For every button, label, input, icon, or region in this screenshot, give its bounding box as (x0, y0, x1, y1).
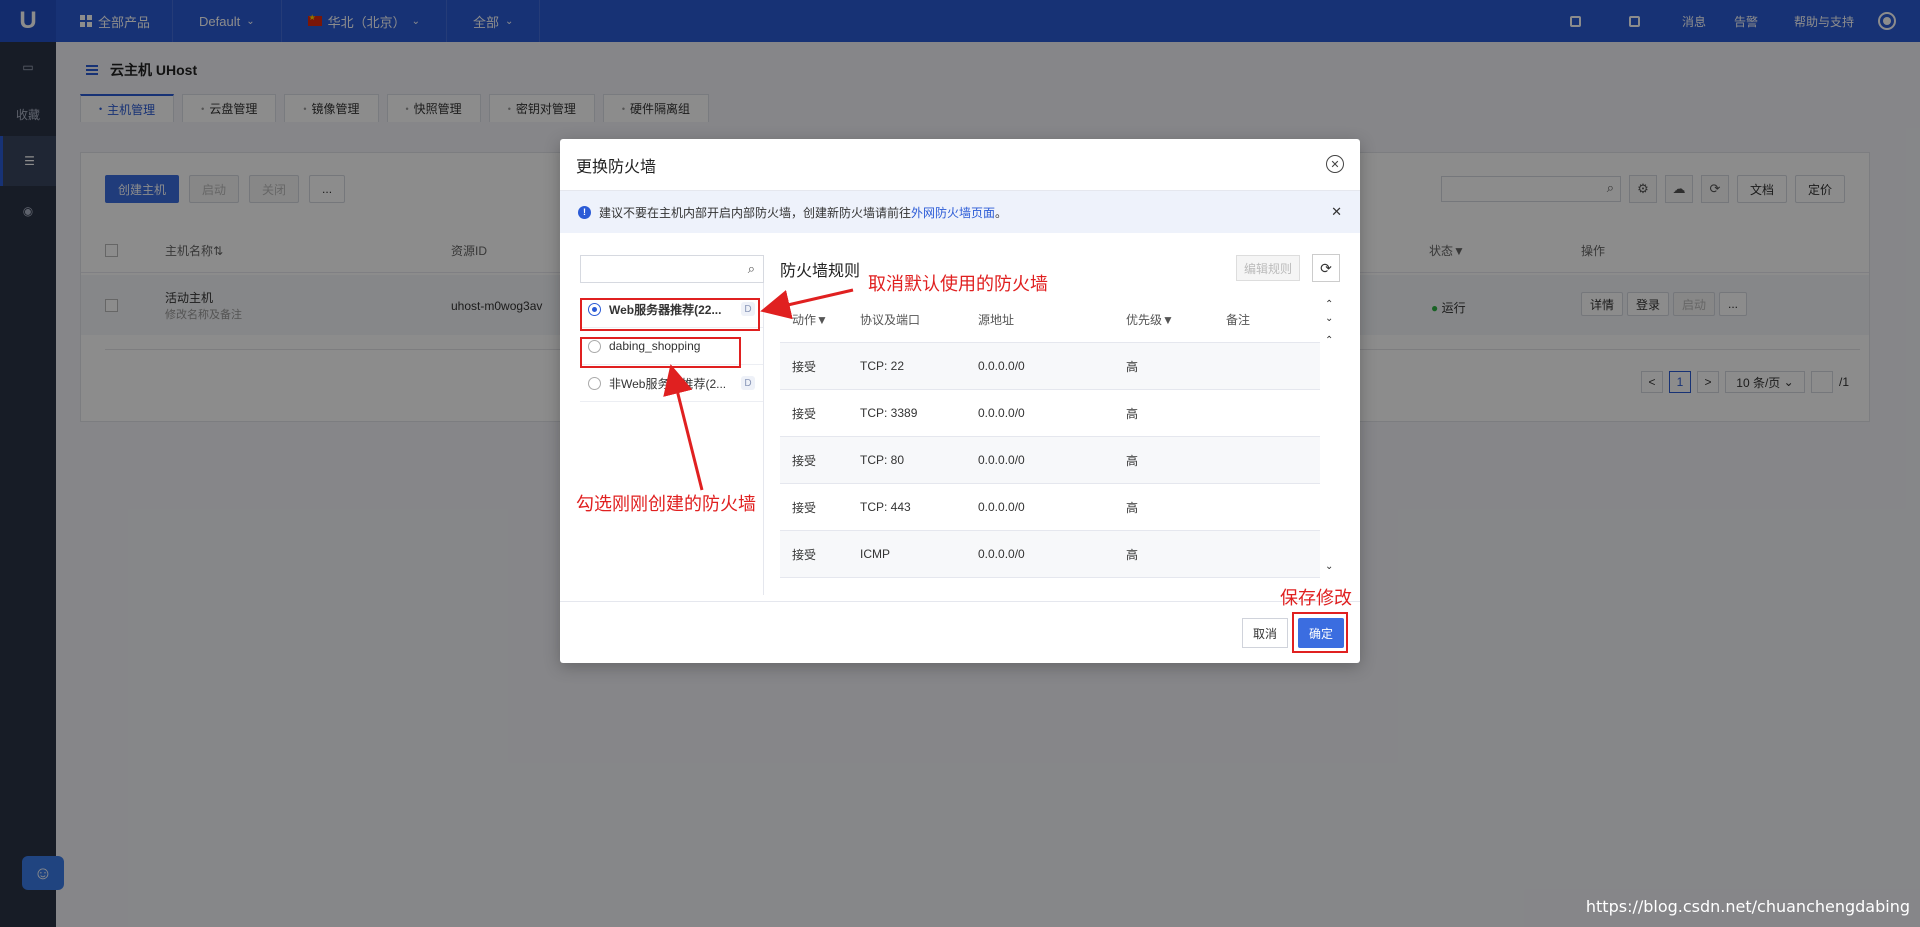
rule-source: 0.0.0.0/0 (978, 547, 1025, 561)
rules-refresh-button[interactable]: ⟳ (1312, 254, 1340, 282)
annotation-save: 保存修改 (1280, 588, 1352, 608)
dialog-footer: 取消 确定 (560, 601, 1360, 663)
rule-source: 0.0.0.0/0 (978, 453, 1025, 467)
column-priority[interactable]: 优先级▼ (1126, 311, 1226, 328)
refresh-icon: ⟳ (1320, 259, 1332, 276)
external-firewall-link[interactable]: 外网防火墙页面 (911, 206, 995, 220)
notice-bar: ! 建议不要在主机内部开启内部防火墙，创建新防火墙请前往外网防火墙页面。 ✕ (560, 191, 1360, 233)
rules-table-header: 动作▼ 协议及端口 源地址 优先级▼ 备注 (780, 297, 1320, 343)
rules-table-body: 接受 TCP: 22 0.0.0.0/0 高 接受 TCP: 3389 0.0.… (780, 343, 1320, 578)
column-remark: 备注 (1226, 313, 1251, 327)
annotation-uncheck-default: 取消默认使用的防火墙 (868, 274, 1048, 294)
rule-priority: 高 (1126, 547, 1139, 562)
rules-table: 动作▼ 协议及端口 源地址 优先级▼ 备注 接受 TCP: 22 0.0.0.0… (780, 297, 1320, 578)
table-row: 接受 TCP: 3389 0.0.0.0/0 高 (780, 390, 1320, 437)
highlight-confirm-button (1292, 612, 1348, 653)
rules-scrollbar[interactable]: ⌃ ⌄ ⌃ ⌄ (1324, 299, 1336, 579)
default-tag: D (741, 376, 755, 390)
firewall-name: 非Web服务器推荐(2... (609, 376, 727, 391)
rule-protocol: ICMP (860, 547, 890, 561)
watermark: https://blog.csdn.net/chuanchengdabing (1585, 897, 1910, 916)
rule-protocol: TCP: 3389 (860, 406, 918, 420)
firewall-search-input[interactable]: ⌕ (580, 255, 764, 283)
edit-rules-button[interactable]: 编辑规则 (1236, 255, 1300, 281)
dialog-title: 更换防火墙 (576, 158, 657, 176)
change-firewall-dialog: 更换防火墙 ✕ ! 建议不要在主机内部开启内部防火墙，创建新防火墙请前往外网防火… (560, 139, 1360, 663)
scroll-up-icon[interactable]: ⌃ (1325, 335, 1333, 346)
rules-title: 防火墙规则 (780, 263, 861, 280)
table-row: 接受 TCP: 22 0.0.0.0/0 高 (780, 343, 1320, 390)
rule-protocol: TCP: 22 (860, 359, 905, 373)
rule-action: 接受 (792, 453, 817, 468)
notice-close-icon[interactable]: ✕ (1331, 204, 1342, 220)
notice-text: 建议不要在主机内部开启内部防火墙，创建新防火墙请前往外网防火墙页面。 (599, 205, 1008, 220)
radio-button[interactable] (588, 376, 601, 390)
highlight-web-firewall (580, 298, 760, 331)
table-row: 接受 TCP: 80 0.0.0.0/0 高 (780, 437, 1320, 484)
rule-source: 0.0.0.0/0 (978, 359, 1025, 373)
cancel-button[interactable]: 取消 (1242, 618, 1288, 648)
rule-source: 0.0.0.0/0 (978, 406, 1025, 420)
rule-protocol: TCP: 443 (860, 500, 911, 514)
rule-source: 0.0.0.0/0 (978, 500, 1025, 514)
info-icon: ! (578, 205, 591, 219)
column-protocol: 协议及端口 (860, 313, 921, 327)
scroll-down-icon[interactable]: ⌄ (1325, 561, 1333, 572)
column-source: 源地址 (978, 313, 1015, 327)
rule-action: 接受 (792, 500, 817, 515)
column-action[interactable]: 动作▼ (780, 311, 860, 328)
annotation-select-new: 勾选刚刚创建的防火墙 (576, 494, 756, 514)
table-row: 接受 TCP: 443 0.0.0.0/0 高 (780, 484, 1320, 531)
rule-priority: 高 (1126, 406, 1139, 421)
dialog-header: 更换防火墙 ✕ (560, 139, 1360, 191)
rule-action: 接受 (792, 547, 817, 562)
firewall-item-non-web[interactable]: 非Web服务器推荐(2... D (580, 365, 763, 402)
scroll-down-icon[interactable]: ⌄ (1325, 313, 1333, 324)
rule-priority: 高 (1126, 359, 1139, 374)
search-icon: ⌕ (747, 261, 755, 276)
rule-action: 接受 (792, 406, 817, 421)
scroll-up-icon[interactable]: ⌃ (1325, 299, 1333, 310)
rule-protocol: TCP: 80 (860, 453, 905, 467)
table-row: 接受 ICMP 0.0.0.0/0 高 (780, 531, 1320, 578)
rule-priority: 高 (1126, 500, 1139, 515)
highlight-dabing-firewall (580, 337, 741, 368)
rule-priority: 高 (1126, 453, 1139, 468)
close-icon[interactable]: ✕ (1326, 155, 1344, 173)
rule-action: 接受 (792, 359, 817, 374)
